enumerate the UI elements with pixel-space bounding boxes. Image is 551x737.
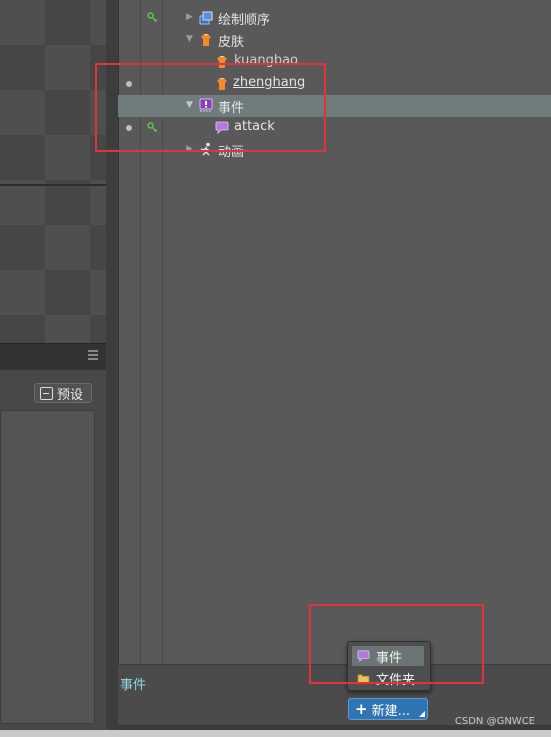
new-button[interactable]: + 新建...: [348, 698, 428, 720]
preset-button[interactable]: 预设: [34, 383, 92, 403]
expand-arrow-icon[interactable]: ▶: [186, 144, 193, 154]
tree-row-selected[interactable]: [118, 95, 551, 117]
key-icon[interactable]: [147, 12, 158, 24]
selected-type-label: 事件: [120, 678, 147, 693]
visibility-dot-icon[interactable]: [126, 125, 132, 131]
left-panel-header: [0, 343, 106, 370]
collapse-arrow-icon[interactable]: ▼: [186, 34, 193, 44]
preset-icon: [40, 386, 53, 400]
tree-item-label[interactable]: 绘制顺序: [218, 9, 270, 28]
draw-order-icon: [199, 11, 213, 25]
viewport-divider: [0, 184, 106, 186]
menu-item-event[interactable]: 事件: [352, 646, 424, 666]
menu-item-folder[interactable]: 文件夹: [352, 668, 424, 688]
panel-gutter: [106, 0, 118, 737]
skin-icon: [217, 56, 227, 68]
tree-item-label[interactable]: 事件: [218, 97, 244, 116]
key-icon[interactable]: [147, 122, 158, 134]
folder-icon: [357, 673, 370, 683]
preset-label: 预设: [57, 387, 84, 403]
skin-icon: [217, 78, 227, 90]
tree-item-label[interactable]: 皮肤: [218, 31, 244, 50]
dropdown-corner-icon: [419, 711, 425, 717]
collapse-arrow-icon[interactable]: ▼: [186, 100, 193, 110]
viewport-canvas[interactable]: [0, 0, 107, 343]
animation-icon: [200, 142, 211, 156]
events-folder-icon: [199, 98, 213, 112]
tree-item-label[interactable]: 动画: [218, 141, 244, 160]
tree-item-label[interactable]: attack: [234, 119, 275, 134]
menu-item-label: 文件夹: [376, 672, 416, 688]
new-button-label: 新建...: [371, 703, 410, 719]
panel-menu-icon[interactable]: [88, 350, 98, 360]
clipped-item-icon: [212, 0, 222, 2]
visibility-dot-icon[interactable]: [126, 81, 132, 87]
watermark-text: CSDN @GNWCE: [454, 716, 535, 727]
window-bottom-edge: [0, 730, 551, 737]
skins-folder-icon: [201, 34, 211, 46]
event-icon: [215, 121, 229, 134]
menu-item-label: 事件: [376, 650, 403, 666]
left-panel-content: [0, 410, 95, 724]
expand-arrow-icon[interactable]: ▶: [186, 12, 193, 22]
tree-item-label[interactable]: kuangbao: [234, 53, 298, 68]
event-icon: [357, 650, 370, 662]
tree-item-label[interactable]: zhenghang: [233, 75, 305, 90]
plus-icon: +: [355, 699, 368, 718]
